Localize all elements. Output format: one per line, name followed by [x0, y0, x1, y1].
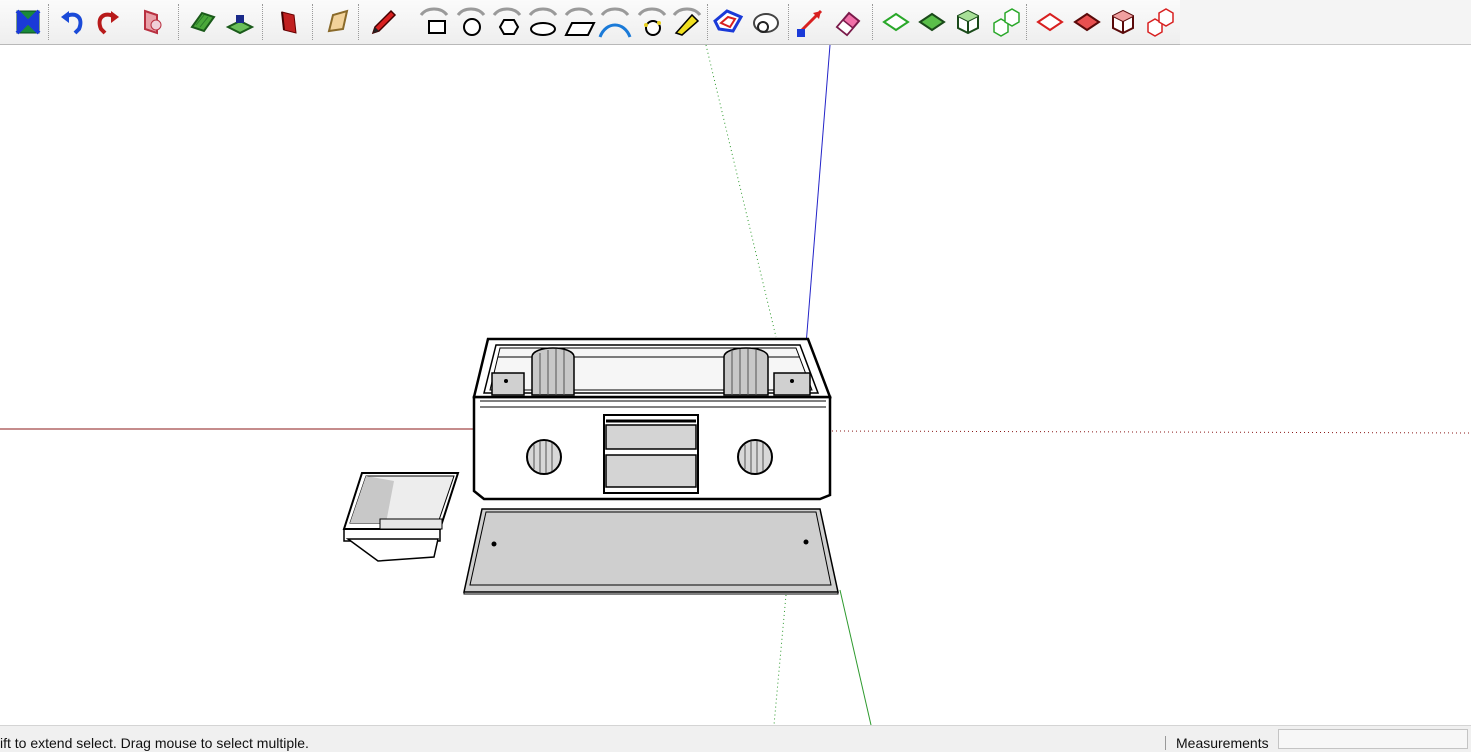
green-cube-icon: [957, 9, 979, 35]
status-divider: [1165, 736, 1166, 750]
front-hole-left: [526, 439, 562, 475]
toolbar-empty-area: [1180, 0, 1471, 45]
enclosure-box[interactable]: [472, 337, 832, 501]
blue-axis: [805, 45, 831, 346]
offset-icon: [713, 9, 744, 33]
paint-bucket-icon: [327, 9, 349, 33]
rectangle-icon: [419, 7, 449, 34]
red-cube-button[interactable]: [1107, 5, 1139, 39]
next-view-button[interactable]: [92, 5, 124, 39]
red-cubes-icon: [1147, 8, 1174, 37]
green-sheet-icon: [190, 11, 216, 33]
status-bar: ift to extend select. Drag mouse to sele…: [0, 725, 1471, 752]
base-plate[interactable]: [463, 508, 839, 595]
polygon-tool-button[interactable]: [491, 5, 523, 39]
walk-plane-icon: [225, 15, 255, 35]
zoom-extents-icon: [15, 9, 41, 35]
green-cubes-icon: [993, 8, 1020, 37]
small-tray[interactable]: [342, 472, 460, 562]
front-hole-right: [737, 439, 773, 475]
green-axis-lower-dotted: [773, 594, 787, 725]
modeling-viewport[interactable]: [0, 45, 1471, 725]
red-cubes-button[interactable]: [1144, 5, 1176, 39]
offset-tool-button[interactable]: [712, 5, 744, 39]
freehand-tool-button[interactable]: [671, 5, 703, 39]
green-cubes-button[interactable]: [990, 5, 1022, 39]
ellipse-icon: [528, 7, 558, 36]
ellipse-tool-button[interactable]: [527, 5, 559, 39]
green-plane-outline-button[interactable]: [880, 5, 912, 39]
rectangle-tool-button[interactable]: [418, 5, 450, 39]
front-slot: [603, 414, 699, 494]
green-axis-dotted: [705, 45, 777, 338]
scene-canvas[interactable]: [0, 45, 1471, 725]
plate-screw-hole-right: [803, 539, 809, 545]
zoom-extents-button[interactable]: [12, 5, 44, 39]
rotate-tool-button[interactable]: [750, 5, 782, 39]
three-point-circle-icon: [637, 7, 667, 36]
position-camera-button[interactable]: [136, 5, 168, 39]
camera-red-icon: [144, 9, 162, 35]
arc-icon: [598, 7, 632, 38]
measurements-label: Measurements: [1176, 735, 1269, 751]
three-point-circle-button[interactable]: [636, 5, 668, 39]
redo-arrow-icon: [97, 11, 119, 35]
undo-arrow-icon: [61, 11, 83, 35]
make-component-button[interactable]: [273, 5, 305, 39]
green-diamond-outline-icon: [882, 12, 910, 32]
green-cube-button[interactable]: [952, 5, 984, 39]
move-arrow-icon: [797, 9, 823, 37]
move-tool-button[interactable]: [794, 5, 826, 39]
measurements-input[interactable]: [1278, 729, 1468, 749]
parallelogram-icon: [564, 7, 596, 36]
green-plane-filled-button[interactable]: [916, 5, 948, 39]
red-diamond-outline-icon: [1036, 12, 1064, 32]
main-toolbar: [0, 0, 1180, 45]
eraser-tool-button[interactable]: [832, 5, 864, 39]
section-plane-button[interactable]: [187, 5, 219, 39]
paint-bucket-button[interactable]: [322, 5, 354, 39]
circle-tool-button[interactable]: [455, 5, 487, 39]
walk-button[interactable]: [224, 5, 256, 39]
arc-tool-button[interactable]: [598, 5, 632, 39]
rotate-icon: [753, 13, 779, 33]
polygon-icon: [492, 7, 522, 35]
red-axis-dotted: [827, 430, 1471, 434]
circle-icon: [456, 7, 486, 36]
previous-view-button[interactable]: [56, 5, 88, 39]
eraser-icon: [835, 11, 861, 37]
green-axis: [839, 589, 872, 725]
red-diamond-filled-icon: [1073, 12, 1101, 32]
red-cube-icon: [1112, 9, 1134, 35]
pencil-icon: [371, 9, 397, 35]
status-hint-text: ift to extend select. Drag mouse to sele…: [0, 735, 309, 751]
plate-screw-hole-left: [491, 541, 497, 547]
green-diamond-filled-icon: [918, 12, 946, 32]
red-plane-filled-button[interactable]: [1071, 5, 1103, 39]
line-tool-button[interactable]: [368, 5, 400, 39]
red-plane-outline-button[interactable]: [1034, 5, 1066, 39]
parallelogram-tool-button[interactable]: [563, 5, 596, 39]
component-book-icon: [281, 11, 297, 34]
freehand-icon: [672, 7, 702, 36]
